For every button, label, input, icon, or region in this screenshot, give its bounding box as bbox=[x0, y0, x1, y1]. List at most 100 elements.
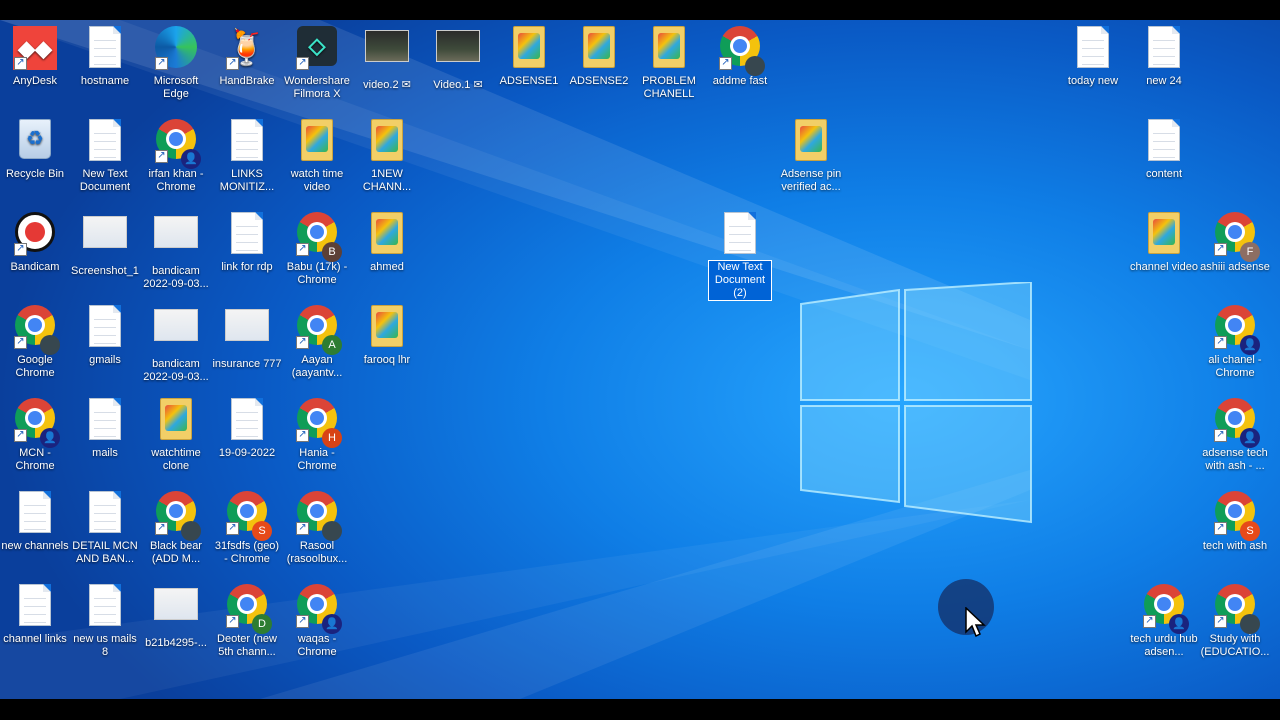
desktop-icon[interactable]: today new bbox=[1058, 20, 1128, 88]
desktop-icon-label: MCN - Chrome bbox=[15, 447, 55, 472]
desktop-icon-label: tech urdu hub adsen... bbox=[1130, 633, 1198, 658]
desktop-icon[interactable]: New Text Document (2) bbox=[705, 206, 775, 301]
desktop-icon-label: channel links bbox=[3, 633, 67, 645]
desktop-icon[interactable]: 👤 ↗ irfan khan - Chrome bbox=[141, 113, 211, 194]
text-document-icon bbox=[1141, 26, 1187, 72]
desktop-icon-label: PROBLEM CHANELL bbox=[642, 75, 696, 100]
desktop-icon[interactable]: watchtime clone bbox=[141, 392, 211, 473]
desktop-icon[interactable]: ADSENSE2 bbox=[564, 20, 634, 88]
desktop-icon-label: adsense tech with ash - ... bbox=[1202, 447, 1268, 472]
text-document-icon bbox=[1141, 119, 1187, 165]
shortcut-arrow-icon: ↗ bbox=[14, 243, 27, 256]
desktop-icon[interactable]: watch time video bbox=[282, 113, 352, 194]
desktop-icon[interactable]: insurance 777 bbox=[212, 299, 282, 371]
desktop-icon[interactable]: new channels bbox=[0, 485, 70, 553]
desktop-icon[interactable]: ↗ Black bear (ADD M... bbox=[141, 485, 211, 566]
desktop-icon[interactable]: F ↗ ashiii adsense bbox=[1200, 206, 1270, 274]
desktop-icon[interactable]: DETAIL MCN AND BAN... bbox=[70, 485, 140, 566]
desktop-icon[interactable]: A ↗ Aayan (aayantv... bbox=[282, 299, 352, 380]
desktop[interactable]: ◆◆ ↗ AnyDesk hostname ↗ Microsoft Edge 🍹 ↗ HandB… bbox=[0, 20, 1280, 699]
desktop-icon[interactable]: ↗ Google Chrome bbox=[0, 299, 70, 380]
desktop-icon[interactable]: S ↗ 31fsdfs (geo) - Chrome bbox=[212, 485, 282, 566]
desktop-icon[interactable]: 19-09-2022 bbox=[212, 392, 282, 460]
shortcut-arrow-icon: ↗ bbox=[155, 150, 168, 163]
desktop-icon-label: irfan khan - Chrome bbox=[148, 168, 204, 193]
shortcut-arrow-icon: ↗ bbox=[226, 615, 239, 628]
desktop-icon[interactable]: ↗ addme fast bbox=[705, 20, 775, 88]
text-document-icon bbox=[224, 212, 270, 258]
desktop-icon[interactable]: 👤 ↗ tech urdu hub adsen... bbox=[1129, 578, 1199, 659]
shortcut-arrow-icon: ↗ bbox=[296, 429, 309, 442]
desktop-icon[interactable]: D ↗ Deoter (new 5th chann... bbox=[212, 578, 282, 659]
handbrake-icon: 🍹 ↗ bbox=[225, 29, 269, 70]
desktop-icon[interactable]: LINKS MONITIZ... bbox=[212, 113, 282, 194]
desktop-icon[interactable]: Adsense pin verified ac... bbox=[776, 113, 846, 194]
desktop-icon[interactable]: gmails bbox=[70, 299, 140, 367]
desktop-icon[interactable]: New Text Document bbox=[70, 113, 140, 194]
shortcut-arrow-icon: ↗ bbox=[296, 615, 309, 628]
chrome-icon: A ↗ bbox=[294, 305, 342, 355]
desktop-icon[interactable]: 1NEW CHANN... bbox=[352, 113, 422, 194]
image-thumbnail-icon bbox=[153, 309, 199, 355]
desktop-icon[interactable]: new us mails 8 bbox=[70, 578, 140, 659]
desktop-icon[interactable]: PROBLEM CHANELL bbox=[634, 20, 704, 101]
desktop-icon-label: Babu (17k) - Chrome bbox=[286, 261, 348, 286]
desktop-icon[interactable]: ↗ Study with (EDUCATIO... bbox=[1200, 578, 1270, 659]
desktop-icon[interactable]: b21b4295-... bbox=[141, 578, 211, 650]
video-thumbnail-icon bbox=[435, 30, 481, 76]
desktop-icon[interactable]: new 24 bbox=[1129, 20, 1199, 88]
text-document-icon bbox=[82, 119, 128, 165]
chrome-icon: ↗ bbox=[294, 491, 342, 541]
desktop-icon[interactable]: ♻ Recycle Bin bbox=[0, 113, 70, 181]
desktop-icon[interactable]: B ↗ Babu (17k) - Chrome bbox=[282, 206, 352, 287]
folder-icon bbox=[506, 26, 552, 72]
desktop-icon[interactable]: content bbox=[1129, 113, 1199, 181]
desktop-icon-label: Adsense pin verified ac... bbox=[780, 168, 842, 193]
folder-icon bbox=[294, 119, 340, 165]
desktop-icon-label: insurance 777 bbox=[212, 358, 282, 370]
chrome-icon: S ↗ bbox=[1212, 491, 1260, 541]
desktop-icon[interactable]: ahmed bbox=[352, 206, 422, 274]
desktop-icon[interactable]: ◆◆ ↗ AnyDesk bbox=[0, 20, 70, 88]
desktop-icon[interactable]: ↗ Rasool (rasoolbux... bbox=[282, 485, 352, 566]
desktop-icon[interactable]: ADSENSE1 bbox=[494, 20, 564, 88]
desktop-icon[interactable]: Video.1 ✉ bbox=[423, 20, 493, 92]
desktop-icon-label: Recycle Bin bbox=[5, 168, 65, 180]
desktop-icon[interactable]: 👤 ↗ waqas - Chrome bbox=[282, 578, 352, 659]
desktop-icon[interactable]: ↗ Microsoft Edge bbox=[141, 20, 211, 101]
desktop-icon-label: Black bear (ADD M... bbox=[150, 540, 202, 565]
shortcut-arrow-icon: ↗ bbox=[1214, 522, 1227, 535]
desktop-icon[interactable]: farooq lhr bbox=[352, 299, 422, 367]
desktop-icon[interactable]: bandicam 2022-09-03... bbox=[141, 206, 211, 291]
text-document-icon bbox=[82, 584, 128, 630]
text-document-icon bbox=[224, 398, 270, 444]
desktop-icon[interactable]: 🍹 ↗ HandBrake bbox=[212, 20, 282, 88]
desktop-icon[interactable]: Screenshot_1 bbox=[70, 206, 140, 278]
desktop-icon-label: hostname bbox=[80, 75, 130, 87]
desktop-icon[interactable]: mails bbox=[70, 392, 140, 460]
desktop-icon-label: 31fsdfs (geo) - Chrome bbox=[214, 540, 280, 565]
chrome-icon: 👤 ↗ bbox=[1141, 584, 1189, 634]
desktop-icon[interactable]: channel video bbox=[1129, 206, 1199, 274]
shortcut-arrow-icon: ↗ bbox=[14, 336, 27, 349]
desktop-icon-label: waqas - Chrome bbox=[297, 633, 337, 658]
desktop-icon[interactable]: hostname bbox=[70, 20, 140, 88]
desktop-icon[interactable]: ↗ Bandicam bbox=[0, 206, 70, 274]
desktop-icon[interactable]: video.2 ✉ bbox=[352, 20, 422, 92]
anydesk-icon: ◆◆ ↗ bbox=[12, 26, 58, 72]
desktop-icon[interactable]: bandicam 2022-09-03... bbox=[141, 299, 211, 384]
desktop-icon[interactable]: 👤 ↗ MCN - Chrome bbox=[0, 392, 70, 473]
desktop-icon[interactable]: link for rdp bbox=[212, 206, 282, 274]
filmora-icon: ◇ ↗ bbox=[294, 26, 340, 72]
image-thumbnail-icon bbox=[82, 216, 128, 262]
shortcut-arrow-icon: ↗ bbox=[296, 243, 309, 256]
desktop-icon[interactable]: 👤 ↗ adsense tech with ash - ... bbox=[1200, 392, 1270, 473]
desktop-icon[interactable]: 👤 ↗ ali chanel - Chrome bbox=[1200, 299, 1270, 380]
desktop-icon[interactable]: channel links bbox=[0, 578, 70, 646]
video-thumbnail-icon bbox=[364, 30, 410, 76]
desktop-icon[interactable]: ◇ ↗ Wondershare Filmora X bbox=[282, 20, 352, 101]
desktop-icon[interactable]: S ↗ tech with ash bbox=[1200, 485, 1270, 553]
desktop-icon[interactable]: H ↗ Hania - Chrome bbox=[282, 392, 352, 473]
windows-logo-wallpaper bbox=[800, 282, 1032, 524]
chrome-icon: ↗ bbox=[717, 26, 765, 76]
